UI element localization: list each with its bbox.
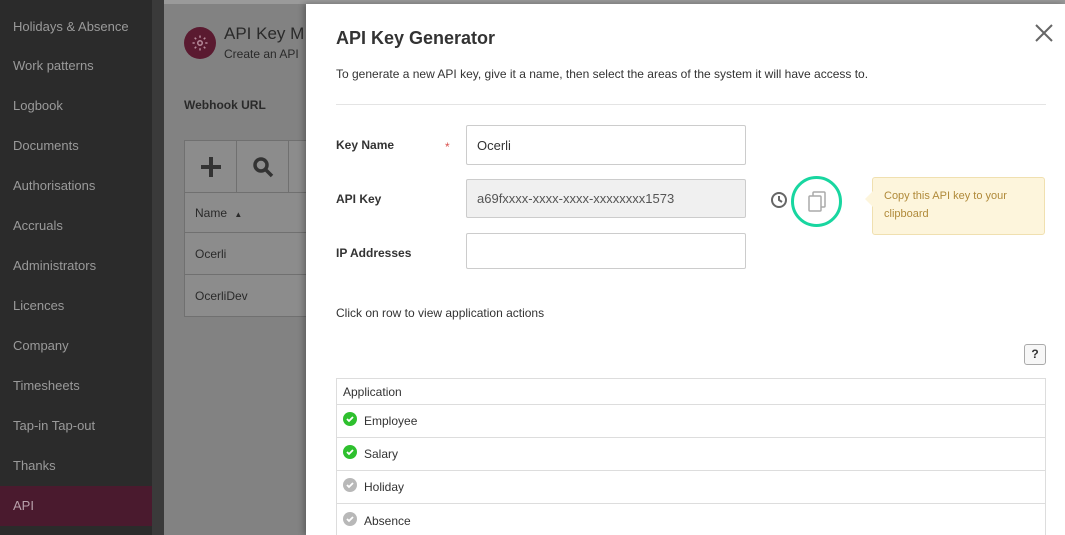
copy-button[interactable] [791,176,842,227]
required-mark: * [445,140,450,154]
copy-tooltip: Copy this API key to your clipboard [865,177,1045,235]
table-row[interactable]: Employee [337,405,1045,438]
add-icon[interactable] [185,141,237,192]
application-label: Employee [364,414,418,428]
check-icon [343,445,357,459]
application-label: Holiday [364,480,405,494]
ip-addresses-label: IP Addresses [336,246,412,260]
ip-addresses-input[interactable] [466,233,746,269]
tooltip-arrow [865,191,873,207]
sidebar-divider [152,0,164,535]
column-header-label: Name [195,206,228,220]
sidebar-item-logbook[interactable]: Logbook [0,86,152,126]
api-key-field[interactable] [466,179,746,218]
sidebar-item-tap-in-tap-out[interactable]: Tap-in Tap-out [0,406,152,446]
key-name-label: Key Name [336,138,395,152]
page-title: API Key M [224,24,305,43]
sidebar-item-accruals[interactable]: Accruals [0,206,152,246]
divider [336,104,1046,105]
help-button[interactable]: ? [1024,344,1046,365]
sidebar-item-work-patterns[interactable]: Work patterns [0,46,152,86]
api-keys-table: Name ▲ Ocerli OcerliDev [184,140,314,317]
api-key-generator-modal: API Key Generator To generate a new API … [306,4,1065,535]
sidebar-item-administrators[interactable]: Administrators [0,246,152,286]
key-name-input[interactable] [466,125,746,165]
check-icon [343,511,357,526]
sidebar-item-licences[interactable]: Licences [0,286,152,326]
applications-table: Application Employee Salary Holiday Abse… [336,378,1046,535]
table-row[interactable]: OcerliDev [185,275,313,317]
application-label: Salary [364,447,399,461]
sidebar-item-authorisations[interactable]: Authorisations [0,166,152,206]
api-key-label: API Key [336,192,382,206]
application-label: Absence [364,513,411,528]
applications-header: Application [337,379,1045,405]
click-row-hint: Click on row to view application actions [336,306,545,320]
sidebar-item-timesheets[interactable]: Timesheets [0,366,152,406]
search-icon[interactable] [237,141,289,192]
sidebar-item-company[interactable]: Company [0,326,152,366]
page-subtitle: Create an API [224,47,299,61]
sidebar: Holidays & Absence Work patterns Logbook… [0,0,152,535]
table-row[interactable]: Holiday [337,471,1045,504]
column-header-name[interactable]: Name ▲ [185,193,313,233]
check-icon [343,412,357,426]
table-toolbar [185,141,313,193]
sidebar-item-thanks[interactable]: Thanks [0,446,152,486]
sort-up-icon: ▲ [234,210,243,219]
sidebar-item-holidays[interactable]: Holidays & Absence [0,0,152,46]
clock-icon[interactable] [770,191,788,209]
modal-intro: To generate a new API key, give it a nam… [336,67,869,81]
modal-title: API Key Generator [336,28,496,48]
check-icon [343,478,357,492]
sidebar-item-documents[interactable]: Documents [0,126,152,166]
table-row[interactable]: Absence [337,504,1045,535]
copy-icon [807,190,826,212]
webhook-label: Webhook URL [184,98,266,112]
table-row[interactable]: Salary [337,438,1045,471]
gear-icon [184,27,216,59]
table-row[interactable]: Ocerli [185,233,313,275]
close-icon[interactable] [1031,20,1057,46]
sidebar-item-api[interactable]: API [0,486,152,526]
tooltip-text: Copy this API key to your clipboard [884,190,1007,220]
